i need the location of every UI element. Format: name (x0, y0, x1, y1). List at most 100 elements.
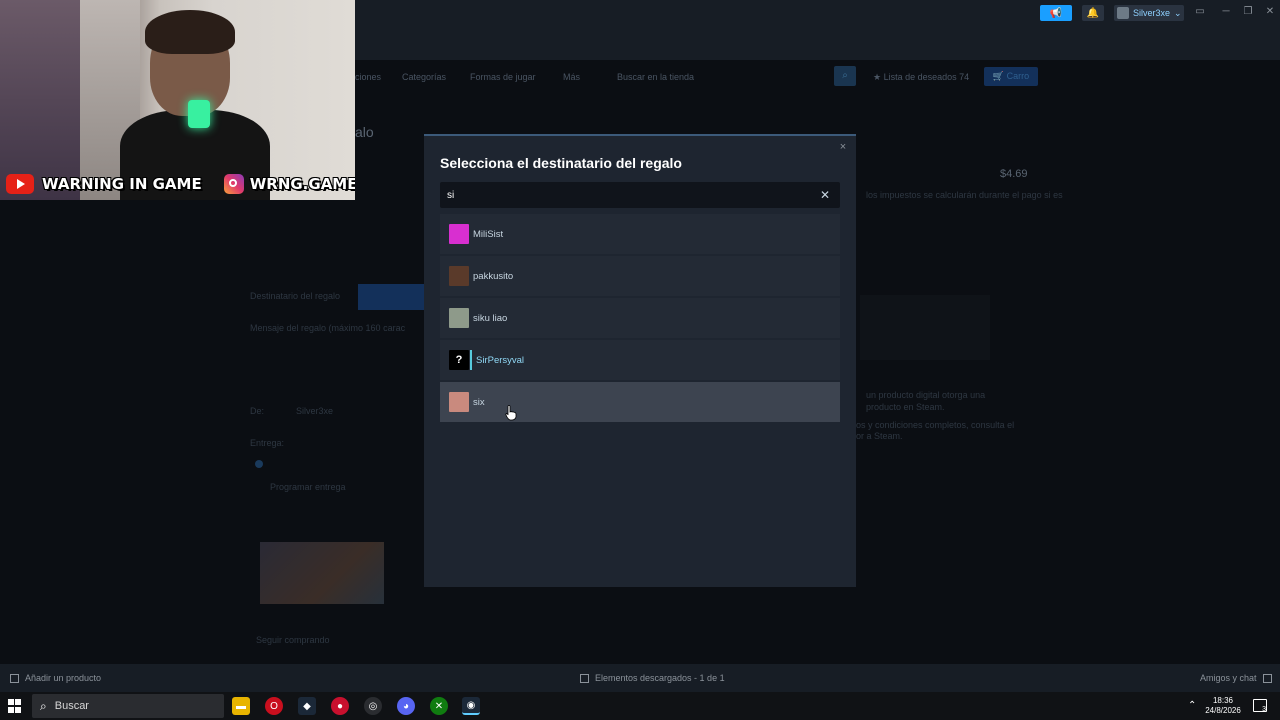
webcam-overlay: WARNING IN GAME WRNG.GAME (0, 0, 355, 200)
choose-recipient-button[interactable] (358, 284, 428, 310)
instagram-handle: WRNG.GAME (249, 175, 355, 193)
continue-shopping-link[interactable]: Seguir comprando (256, 635, 330, 645)
product-image (860, 295, 990, 360)
nav-item-categories[interactable]: Categorías (402, 72, 446, 82)
friend-row[interactable]: MiliSist (440, 214, 840, 254)
wishlist-label: Lista de deseados (883, 72, 957, 82)
search-icon: ⌕ (842, 70, 848, 81)
cart-label: Carro (1006, 71, 1030, 81)
cart-icon: 🛒 (992, 71, 1005, 81)
chevron-up-icon[interactable]: ⌃ (1188, 700, 1196, 711)
clock-date: 24/8/2026 (1205, 706, 1241, 715)
gift-recipient-dialog: × Selecciona el destinatario del regalo … (424, 134, 856, 587)
friend-row[interactable]: six (440, 382, 840, 422)
nav-item-ways-to-play[interactable]: Formas de jugar (470, 72, 536, 82)
chat-icon (1262, 673, 1272, 683)
recipient-label: Destinatario del regalo (250, 291, 341, 301)
dialog-close-button[interactable]: × (836, 140, 850, 154)
friend-search-input[interactable] (440, 182, 810, 208)
plus-icon (10, 673, 19, 683)
monitor-icon[interactable]: ▭ (1190, 5, 1210, 19)
schedule-delivery-link[interactable]: Programar entrega (270, 482, 346, 492)
message-label: Mensaje del regalo (máximo 160 carac (250, 323, 406, 333)
friend-avatar (449, 392, 469, 412)
account-name: Silver3xe (1133, 8, 1171, 18)
windows-taskbar: ⌕ Buscar ▬ O ◆ ● ◎ ◕ ✕ ◉ ⌃ 18:36 24/8/20… (0, 692, 1280, 720)
clear-search-icon[interactable]: ✕ (818, 188, 832, 202)
taskbar-search-label: Buscar (54, 700, 89, 712)
browser-icon[interactable]: ◎ (364, 697, 382, 715)
notification-count: 3 (1262, 706, 1266, 713)
terms-note-2: or a Steam. (856, 431, 903, 441)
friend-row[interactable]: ? SirPersyval (440, 340, 840, 380)
microphone-light (188, 100, 210, 128)
friend-avatar (449, 308, 469, 328)
friend-row[interactable]: siku liao (440, 298, 840, 338)
download-icon (580, 673, 589, 683)
announcements-button[interactable]: 📢 (1040, 5, 1072, 21)
search-button[interactable]: ⌕ (834, 66, 856, 86)
friend-avatar (449, 266, 469, 286)
friend-name: six (473, 396, 485, 408)
steam-icon[interactable]: ◉ (462, 697, 480, 715)
clock-time: 18:36 (1212, 696, 1234, 705)
wishlist-link[interactable]: ★ Lista de deseados 74 (873, 72, 969, 83)
steam-bottom-bar: Añadir un producto Elementos descargados… (0, 664, 1280, 692)
from-label: De: (250, 406, 265, 416)
cart-button[interactable]: 🛒 Carro (984, 67, 1038, 86)
discord-icon[interactable]: ◕ (397, 697, 415, 715)
game-thumbnail (260, 542, 384, 604)
social-caption: WARNING IN GAME WRNG.GAME (6, 174, 355, 194)
maximize-button[interactable]: ❐ (1238, 5, 1258, 19)
windows-start-icon[interactable] (8, 699, 22, 713)
close-button[interactable]: ✕ (1260, 5, 1280, 19)
notification-center-icon[interactable]: 3 (1253, 699, 1267, 713)
youtube-icon (6, 174, 34, 194)
taskbar-search-box[interactable]: ⌕ Buscar (32, 694, 224, 718)
app-icon[interactable]: ◆ (298, 697, 316, 715)
taskbar-clock[interactable]: 18:36 24/8/2026 (1200, 696, 1246, 716)
from-user: Silver3xe (296, 406, 334, 416)
notifications-button[interactable]: 🔔 (1082, 5, 1104, 21)
downloads-label: Elementos descargados - 1 de 1 (595, 673, 725, 683)
instagram-icon (223, 174, 244, 194)
account-menu-button[interactable]: Silver3xe ⌄ (1114, 5, 1184, 21)
wishlist-count: 74 (959, 72, 970, 82)
friend-list: MiliSist pakkusito siku liao ? SirPersyval si… (440, 214, 840, 424)
in-game-status-bar (470, 350, 472, 370)
terms-note: os y condiciones completos, consulta el (856, 420, 1015, 430)
friend-name: pakkusito (473, 270, 514, 282)
file-explorer-icon[interactable]: ▬ (232, 697, 250, 715)
opera-icon[interactable]: O (265, 697, 283, 715)
nav-item-more[interactable]: Más (563, 72, 580, 82)
friend-avatar (449, 224, 469, 244)
search-icon: ⌕ (40, 698, 47, 713)
add-product-label: Añadir un producto (25, 673, 102, 683)
tax-note: los impuestos se calcularán durante el p… (866, 190, 1063, 200)
page-title: alo (355, 124, 374, 140)
friend-row[interactable]: pakkusito (440, 256, 840, 296)
megaphone-icon: 📢 (1049, 7, 1063, 19)
bell-icon: 🔔 (1086, 7, 1100, 19)
nav-item-sections[interactable]: ciones (355, 72, 381, 82)
delivery-now-radio[interactable] (255, 460, 263, 468)
friends-chat-label: Amigos y chat (1200, 673, 1257, 683)
avatar (1117, 7, 1129, 19)
youtube-handle: WARNING IN GAME (42, 175, 202, 193)
downloads-button[interactable]: Elementos descargados - 1 de 1 (580, 673, 725, 683)
add-product-button[interactable]: Añadir un producto (10, 673, 101, 683)
friend-name: SirPersyval (476, 354, 525, 366)
digital-note-2: producto en Steam. (866, 402, 945, 412)
friend-search-box: ✕ (440, 182, 840, 208)
friends-chat-button[interactable]: Amigos y chat (1200, 673, 1272, 683)
digital-note: un producto digital otorga una (866, 390, 986, 400)
chevron-down-icon: ⌄ (1174, 7, 1182, 18)
friend-name: siku liao (473, 312, 508, 324)
hand-cursor-icon (505, 405, 517, 421)
minimize-button[interactable]: ─ (1216, 5, 1236, 19)
friend-name: MiliSist (473, 228, 504, 240)
xbox-icon[interactable]: ✕ (430, 697, 448, 715)
store-search-input[interactable]: Buscar en la tienda (617, 72, 694, 82)
webcam-person-hair (145, 10, 235, 54)
recording-app-icon[interactable]: ● (331, 697, 349, 715)
